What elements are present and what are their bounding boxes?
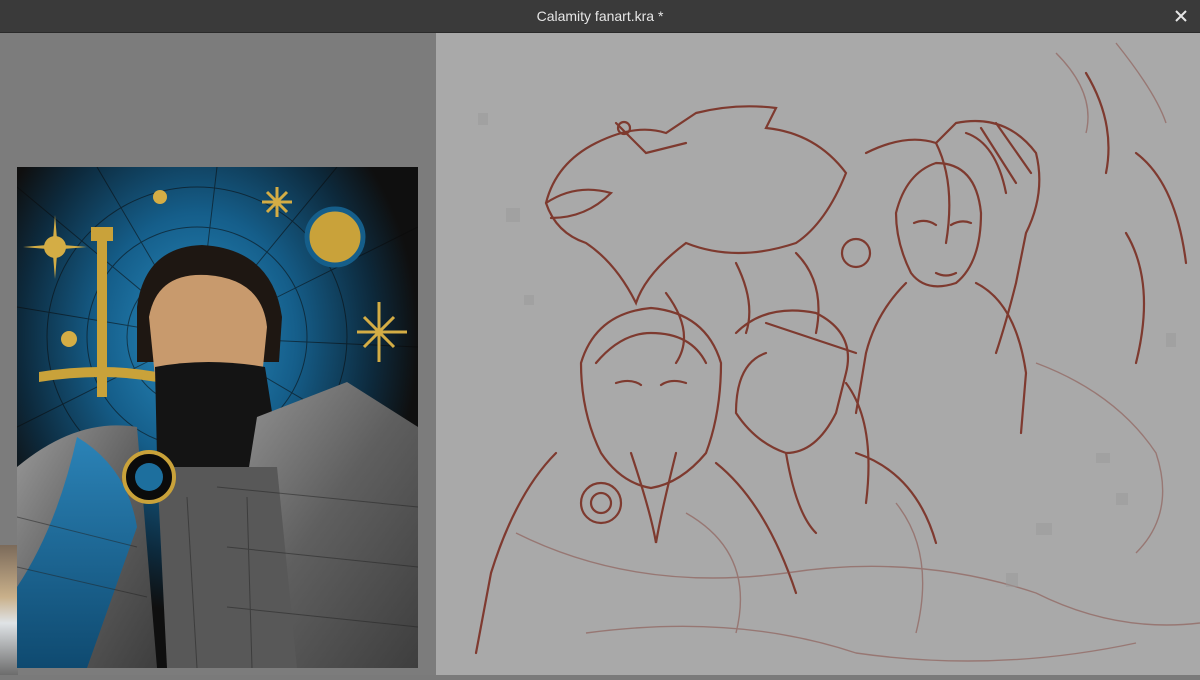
drawing-canvas[interactable] [436,33,1200,675]
stained-glass-artwork [17,167,418,668]
close-button[interactable] [1168,3,1194,29]
reference-image[interactable] [17,167,418,668]
partial-thumbnail [0,545,18,675]
window-titlebar: Calamity fanart.kra * [0,0,1200,33]
window-title: Calamity fanart.kra * [536,8,664,24]
close-icon [1175,10,1187,22]
sketch-artwork [474,42,1200,662]
